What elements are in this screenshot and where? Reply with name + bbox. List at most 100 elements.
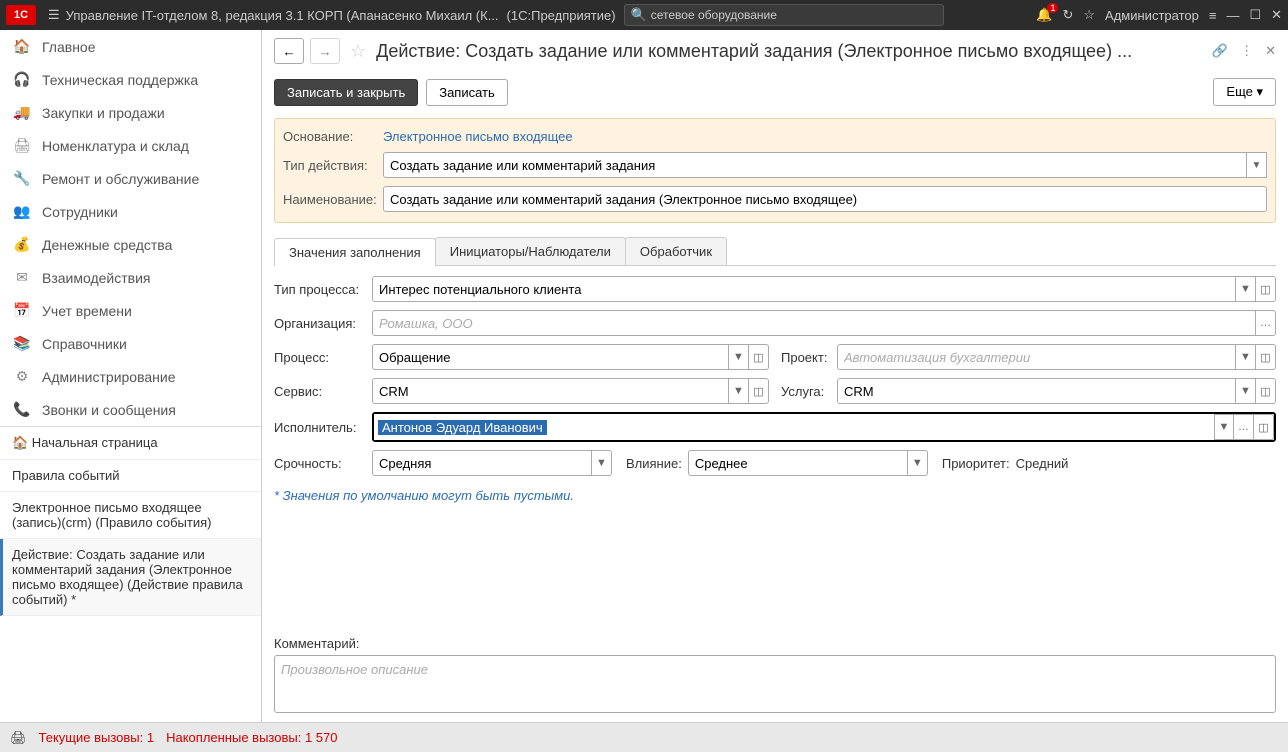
usluga-dropdown[interactable]: ▼ — [1236, 378, 1256, 404]
executor-dropdown[interactable]: ▼ — [1214, 414, 1234, 440]
urgency-input[interactable] — [372, 450, 592, 476]
executor-input[interactable]: Антонов Эдуард Иванович — [378, 420, 547, 435]
favorite-icon[interactable]: ☆ — [350, 41, 366, 62]
form-tabs: Значения заполнения Инициаторы/Наблюдате… — [274, 237, 1276, 266]
action-type-input[interactable] — [383, 152, 1247, 178]
comment-textarea[interactable] — [274, 655, 1276, 713]
open-tab-3[interactable]: Действие: Создать задание или комментари… — [0, 539, 261, 616]
search-input[interactable] — [651, 8, 937, 22]
process-open[interactable]: ◫ — [749, 344, 769, 370]
nav-item-3[interactable]: 🖨 Номенклатура и склад — [0, 129, 261, 162]
forward-button[interactable]: → — [310, 38, 340, 64]
nav-icon: 🔧 — [12, 170, 32, 187]
nav-item-9[interactable]: 📚Справочники — [0, 327, 261, 360]
bell-icon[interactable]: 🔔1 — [1036, 7, 1052, 23]
nav-item-0[interactable]: 🏠Главное — [0, 30, 261, 63]
nav-icon: 🎧 — [12, 71, 32, 88]
save-button[interactable]: Записать — [426, 79, 508, 106]
user-label[interactable]: Администратор — [1105, 8, 1199, 23]
open-tab-1[interactable]: Правила событий — [0, 460, 261, 492]
default-note: * Значения по умолчанию могут быть пусты… — [274, 488, 1276, 503]
org-ellipsis[interactable]: … — [1256, 310, 1276, 336]
impact-input[interactable] — [688, 450, 908, 476]
save-close-button[interactable]: Записать и закрыть — [274, 79, 418, 106]
process-type-input[interactable] — [372, 276, 1236, 302]
minimize-icon[interactable]: — — [1226, 8, 1239, 23]
nav-label: Техническая поддержка — [42, 72, 198, 88]
bell-badge: 1 — [1047, 3, 1058, 13]
settings-icon[interactable]: ≡ — [1209, 8, 1217, 23]
star-icon[interactable]: ☆ — [1083, 7, 1095, 23]
comment-label: Комментарий: — [262, 632, 1288, 655]
urgency-dropdown[interactable]: ▼ — [592, 450, 612, 476]
back-button[interactable]: ← — [274, 38, 304, 64]
priority-value: Средний — [1016, 456, 1069, 471]
process-label: Процесс: — [274, 350, 366, 365]
history-icon[interactable]: ↻ — [1062, 7, 1073, 23]
nav-label: Номенклатура и склад — [42, 138, 189, 154]
nav-icon: 👥 — [12, 203, 32, 220]
info-panel: Основание: Электронное письмо входящее Т… — [274, 118, 1276, 223]
app-title-2: (1С:Предприятие) — [507, 8, 616, 23]
project-open[interactable]: ◫ — [1256, 344, 1276, 370]
menu-dots-icon[interactable]: ⋮ — [1240, 43, 1253, 59]
nav-icon: 🖨 — [12, 137, 32, 154]
org-input[interactable] — [372, 310, 1256, 336]
nav-icon: 📅 — [12, 302, 32, 319]
nav-item-10[interactable]: ⚙ Администрирование — [0, 360, 261, 393]
hamburger-icon[interactable]: ☰ — [48, 7, 60, 23]
name-input[interactable] — [383, 186, 1267, 212]
service-open[interactable]: ◫ — [749, 378, 769, 404]
nav-item-7[interactable]: ✉Взаимодействия — [0, 261, 261, 294]
nav-item-8[interactable]: 📅 Учет времени — [0, 294, 261, 327]
nav-label: Учет времени — [42, 303, 132, 319]
usluga-input[interactable] — [837, 378, 1236, 404]
process-type-dropdown[interactable]: ▼ — [1236, 276, 1256, 302]
nav-icon: 🚚 — [12, 104, 32, 121]
tab-initiators[interactable]: Инициаторы/Наблюдатели — [435, 237, 626, 265]
project-dropdown[interactable]: ▼ — [1236, 344, 1256, 370]
maximize-icon[interactable]: ☐ — [1249, 7, 1261, 23]
service-label: Сервис: — [274, 384, 366, 399]
nav-item-4[interactable]: 🔧Ремонт и обслуживание — [0, 162, 261, 195]
app-title-1: Управление IT-отделом 8, редакция 3.1 КО… — [66, 8, 499, 23]
open-tab-0[interactable]: 🏠 Начальная страница — [0, 427, 261, 460]
service-dropdown[interactable]: ▼ — [729, 378, 749, 404]
executor-open[interactable]: ◫ — [1254, 414, 1274, 440]
project-input[interactable] — [837, 344, 1236, 370]
more-button[interactable]: Еще ▾ — [1213, 78, 1276, 106]
close-icon[interactable]: ✕ — [1271, 7, 1282, 23]
executor-label: Исполнитель: — [274, 420, 366, 435]
nav-item-6[interactable]: 💰Денежные средства — [0, 228, 261, 261]
nav-label: Закупки и продажи — [42, 105, 165, 121]
nav-item-1[interactable]: 🎧 Техническая поддержка — [0, 63, 261, 96]
executor-ellipsis[interactable]: … — [1234, 414, 1254, 440]
close-tab-icon[interactable]: ✕ — [1265, 43, 1276, 59]
current-calls: Текущие вызовы: 1 — [39, 730, 155, 745]
open-tab-2[interactable]: Электронное письмо входящее (запись)(crm… — [0, 492, 261, 539]
process-input[interactable] — [372, 344, 729, 370]
basis-link[interactable]: Электронное письмо входящее — [383, 129, 573, 144]
nav-label: Главное — [42, 39, 96, 55]
service-input[interactable] — [372, 378, 729, 404]
process-type-open[interactable]: ◫ — [1256, 276, 1276, 302]
nav-item-11[interactable]: 📞Звонки и сообщения — [0, 393, 261, 426]
tab-handler[interactable]: Обработчик — [625, 237, 727, 265]
nav-label: Сотрудники — [42, 204, 118, 220]
usluga-open[interactable]: ◫ — [1256, 378, 1276, 404]
sidebar: 🏠Главное 🎧 Техническая поддержка 🚚 Закупки и… — [0, 30, 262, 722]
nav-item-5[interactable]: 👥 Сотрудники — [0, 195, 261, 228]
nav-item-2[interactable]: 🚚 Закупки и продажи — [0, 96, 261, 129]
nav-icon: ⚙ — [12, 368, 32, 385]
process-dropdown[interactable]: ▼ — [729, 344, 749, 370]
urgency-label: Срочность: — [274, 456, 366, 471]
action-type-dropdown[interactable]: ▼ — [1247, 152, 1267, 178]
tab-values[interactable]: Значения заполнения — [274, 238, 436, 266]
nav-label: Администрирование — [42, 369, 176, 385]
action-type-label: Тип действия: — [283, 158, 375, 173]
link-icon[interactable]: 🔗 — [1212, 43, 1228, 59]
global-search[interactable]: 🔍 — [624, 4, 944, 26]
impact-label: Влияние: — [626, 456, 682, 471]
impact-dropdown[interactable]: ▼ — [908, 450, 928, 476]
print-icon[interactable]: 🖨 — [10, 730, 27, 746]
